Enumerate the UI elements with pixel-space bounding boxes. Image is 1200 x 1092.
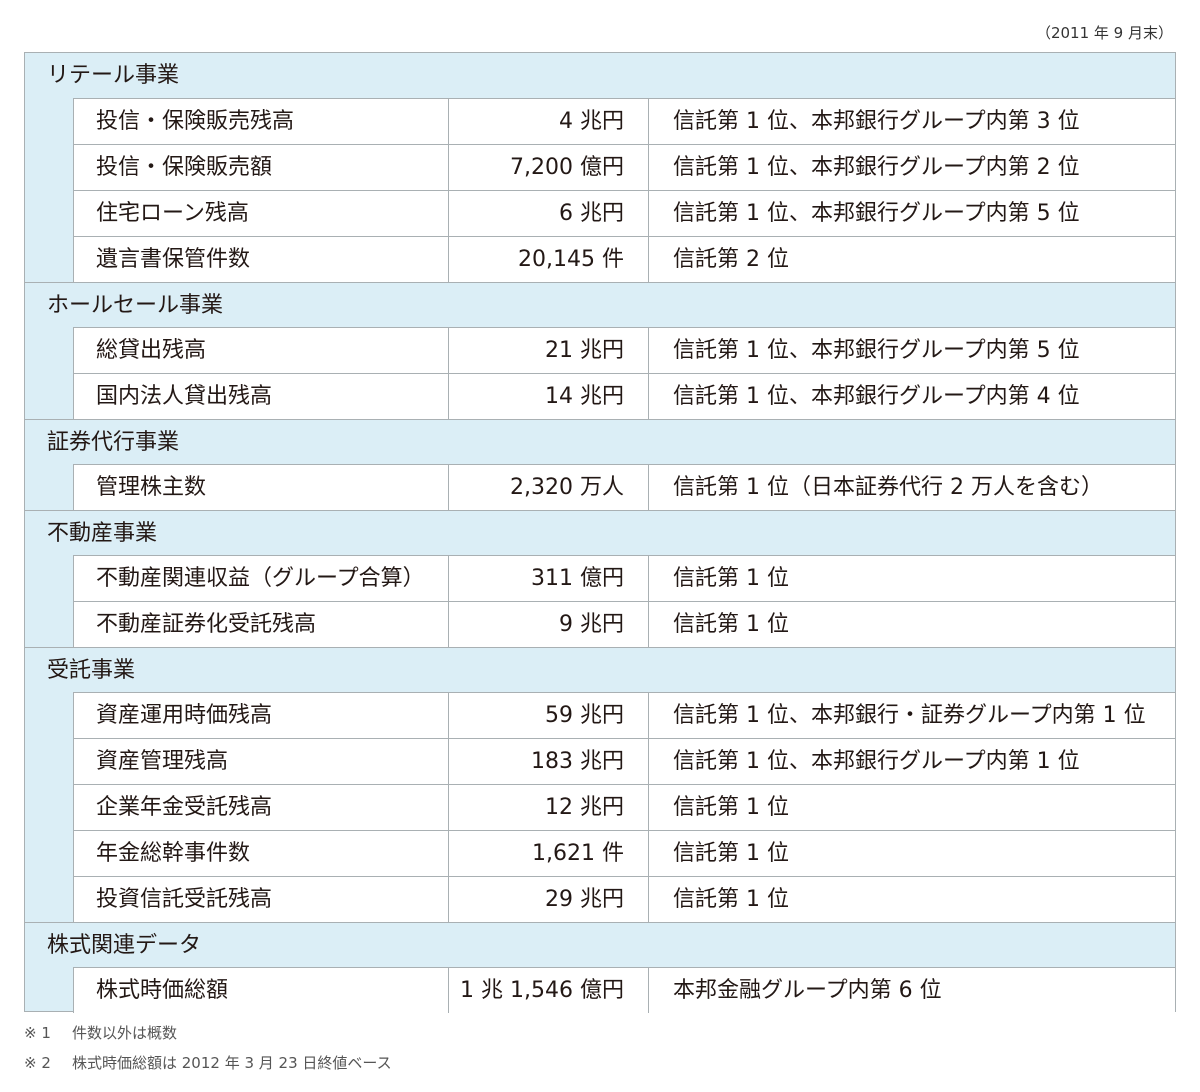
row-rank: 信託第 1 位、本邦銀行グループ内第 2 位 <box>648 145 1175 190</box>
row-label: 企業年金受託残高 <box>73 785 448 830</box>
row-rank: 信託第 1 位、本邦銀行グループ内第 1 位 <box>648 739 1175 784</box>
table-row: 総貸出残高 21 兆円 信託第 1 位、本邦銀行グループ内第 5 位 <box>73 327 1175 373</box>
section-wholesale: ホールセール事業 総貸出残高 21 兆円 信託第 1 位、本邦銀行グループ内第 … <box>25 282 1175 419</box>
table-row: 遺言書保管件数 20,145 件 信託第 2 位 <box>73 236 1175 282</box>
table-row: 投信・保険販売額 7,200 億円 信託第 1 位、本邦銀行グループ内第 2 位 <box>73 144 1175 190</box>
table-row: 資産運用時価残高 59 兆円 信託第 1 位、本邦銀行・証券グループ内第 1 位 <box>73 692 1175 738</box>
footnote: ※ 1 件数以外は概数 <box>24 1018 392 1048</box>
row-value: 7,200 億円 <box>448 145 648 190</box>
footnote-text: 件数以外は概数 <box>72 1024 178 1042</box>
table-row: 不動産関連収益（グループ合算） 311 億円 信託第 1 位 <box>73 555 1175 601</box>
row-label: 不動産関連収益（グループ合算） <box>73 556 448 601</box>
row-label: 遺言書保管件数 <box>73 237 448 282</box>
row-value: 20,145 件 <box>448 237 648 282</box>
row-label: 住宅ローン残高 <box>73 191 448 236</box>
footnote-mark: ※ 2 <box>24 1054 51 1072</box>
row-value: 21 兆円 <box>448 328 648 373</box>
table-row: 投信・保険販売残高 4 兆円 信託第 1 位、本邦銀行グループ内第 3 位 <box>73 98 1175 144</box>
section-title: 株式関連データ <box>25 922 1175 967</box>
business-ranking-table: リテール事業 投信・保険販売残高 4 兆円 信託第 1 位、本邦銀行グループ内第… <box>24 52 1176 1013</box>
row-value: 1,621 件 <box>448 831 648 876</box>
table-row: 年金総幹事件数 1,621 件 信託第 1 位 <box>73 830 1175 876</box>
row-label: 資産運用時価残高 <box>73 693 448 738</box>
footnotes: ※ 1 件数以外は概数 ※ 2 株式時価総額は 2012 年 3 月 23 日終… <box>24 1018 392 1078</box>
row-rank: 本邦金融グループ内第 6 位 <box>648 968 1175 1013</box>
row-value: 14 兆円 <box>448 374 648 419</box>
row-rank: 信託第 1 位、本邦銀行グループ内第 3 位 <box>648 99 1175 144</box>
row-label: 年金総幹事件数 <box>73 831 448 876</box>
row-rank: 信託第 1 位 <box>648 831 1175 876</box>
row-value: 1 兆 1,546 億円 <box>448 968 648 1013</box>
date-note: （2011 年 9 月末） <box>1035 24 1173 42</box>
row-rank: 信託第 1 位、本邦銀行グループ内第 5 位 <box>648 328 1175 373</box>
section-fiduciary: 受託事業 資産運用時価残高 59 兆円 信託第 1 位、本邦銀行・証券グループ内… <box>25 647 1175 922</box>
row-rank: 信託第 2 位 <box>648 237 1175 282</box>
row-rank: 信託第 1 位、本邦銀行グループ内第 5 位 <box>648 191 1175 236</box>
row-value: 9 兆円 <box>448 602 648 647</box>
row-value: 29 兆円 <box>448 877 648 922</box>
table-row: 住宅ローン残高 6 兆円 信託第 1 位、本邦銀行グループ内第 5 位 <box>73 190 1175 236</box>
row-value: 6 兆円 <box>448 191 648 236</box>
section-title: 不動産事業 <box>25 510 1175 555</box>
row-value: 311 億円 <box>448 556 648 601</box>
row-value: 4 兆円 <box>448 99 648 144</box>
row-label: 投資信託受託残高 <box>73 877 448 922</box>
row-label: 国内法人貸出残高 <box>73 374 448 419</box>
section-real-estate: 不動産事業 不動産関連収益（グループ合算） 311 億円 信託第 1 位 不動産… <box>25 510 1175 647</box>
section-stock-data: 株式関連データ 株式時価総額 1 兆 1,546 億円 本邦金融グループ内第 6… <box>25 922 1175 1013</box>
row-value: 12 兆円 <box>448 785 648 830</box>
row-rank: 信託第 1 位 <box>648 877 1175 922</box>
row-rank: 信託第 1 位 <box>648 556 1175 601</box>
section-title: 証券代行事業 <box>25 419 1175 464</box>
section-title: 受託事業 <box>25 647 1175 692</box>
section-retail: リテール事業 投信・保険販売残高 4 兆円 信託第 1 位、本邦銀行グループ内第… <box>25 53 1175 282</box>
table-row: 株式時価総額 1 兆 1,546 億円 本邦金融グループ内第 6 位 <box>73 967 1175 1013</box>
table-row: 不動産証券化受託残高 9 兆円 信託第 1 位 <box>73 601 1175 647</box>
table-row: 国内法人貸出残高 14 兆円 信託第 1 位、本邦銀行グループ内第 4 位 <box>73 373 1175 419</box>
section-title: リテール事業 <box>47 63 180 88</box>
table-row: 投資信託受託残高 29 兆円 信託第 1 位 <box>73 876 1175 922</box>
row-rank: 信託第 1 位 <box>648 602 1175 647</box>
row-rank: 信託第 1 位 <box>648 785 1175 830</box>
row-label: 総貸出残高 <box>73 328 448 373</box>
row-label: 株式時価総額 <box>73 968 448 1013</box>
table-row: 企業年金受託残高 12 兆円 信託第 1 位 <box>73 784 1175 830</box>
row-label: 管理株主数 <box>73 465 448 510</box>
table-row: 管理株主数 2,320 万人 信託第 1 位（日本証券代行 2 万人を含む） <box>73 464 1175 510</box>
table-row: 資産管理残高 183 兆円 信託第 1 位、本邦銀行グループ内第 1 位 <box>73 738 1175 784</box>
row-rank: 信託第 1 位（日本証券代行 2 万人を含む） <box>648 465 1175 510</box>
section-securities-agency: 証券代行事業 管理株主数 2,320 万人 信託第 1 位（日本証券代行 2 万… <box>25 419 1175 510</box>
row-label: 不動産証券化受託残高 <box>73 602 448 647</box>
row-label: 投信・保険販売額 <box>73 145 448 190</box>
footnote-mark: ※ 1 <box>24 1024 51 1042</box>
row-label: 投信・保険販売残高 <box>73 99 448 144</box>
footnote-text: 株式時価総額は 2012 年 3 月 23 日終値ベース <box>72 1054 392 1072</box>
section-title: ホールセール事業 <box>25 282 1175 327</box>
row-rank: 信託第 1 位、本邦銀行・証券グループ内第 1 位 <box>648 693 1175 738</box>
row-rank: 信託第 1 位、本邦銀行グループ内第 4 位 <box>648 374 1175 419</box>
footnote: ※ 2 株式時価総額は 2012 年 3 月 23 日終値ベース <box>24 1048 392 1078</box>
row-value: 59 兆円 <box>448 693 648 738</box>
row-value: 2,320 万人 <box>448 465 648 510</box>
row-value: 183 兆円 <box>448 739 648 784</box>
row-label: 資産管理残高 <box>73 739 448 784</box>
